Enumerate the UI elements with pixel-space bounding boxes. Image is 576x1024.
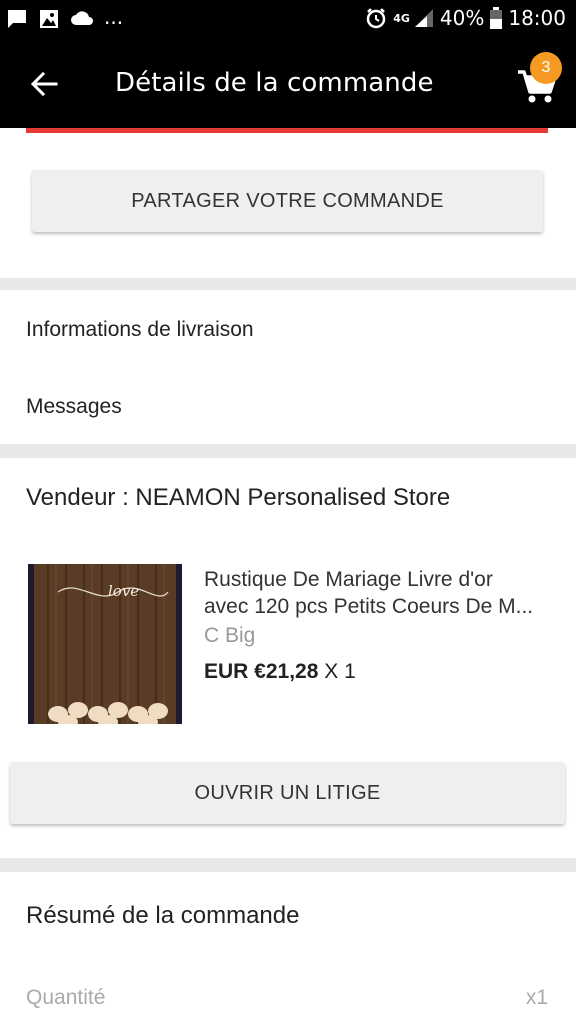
share-card: PARTAGER VOTRE COMMANDE [0, 128, 576, 278]
seller-name: Vendeur : NEAMON Personalised Store [26, 484, 451, 511]
product-variant: C Big [204, 624, 256, 647]
page-title: Détails de la commande [115, 68, 434, 98]
cloud-icon [71, 11, 93, 25]
seller-card: Vendeur : NEAMON Personalised Store love… [0, 458, 576, 858]
more-notifications: ... [104, 5, 124, 29]
battery-icon [490, 7, 503, 29]
app-bar: Détails de la commande [0, 40, 576, 128]
info-links-card: Informations de livraison Messages [0, 290, 576, 444]
order-summary-title: Résumé de la commande [26, 902, 300, 929]
share-order-button[interactable]: PARTAGER VOTRE COMMANDE [32, 170, 543, 232]
product-quantity: X 1 [324, 660, 356, 683]
summary-quantity-value: x1 [525, 986, 548, 1009]
product-thumbnail: love [28, 564, 182, 724]
status-bar: ... 4G 40% 18:00 [0, 0, 576, 40]
product-image-text: love [108, 582, 139, 600]
image-icon [40, 10, 58, 28]
status-accent-strip [26, 128, 548, 133]
order-summary-card: Résumé de la commande Quantité x1 [0, 872, 576, 1024]
clock: 18:00 [508, 6, 566, 30]
product-title[interactable]: Rustique De Mariage Livre d'or avec 120 … [204, 566, 554, 620]
messages-link[interactable]: Messages [26, 395, 122, 419]
open-dispute-button[interactable]: OUVRIR UN LITIGE [10, 762, 565, 824]
alarm-icon [366, 8, 386, 29]
summary-quantity-label: Quantité [26, 986, 106, 1009]
order-details-content[interactable]: PARTAGER VOTRE COMMANDE Informations de … [0, 128, 576, 1024]
network-type: 4G [393, 11, 410, 25]
system-icons: 4G 40% 18:00 [365, 6, 566, 30]
cart-count-badge: 3 [530, 52, 562, 84]
product-title-line-2: avec 120 pcs Petits Coeurs De M... [204, 595, 534, 618]
shipping-info-link[interactable]: Informations de livraison [26, 318, 254, 342]
product-price-line: EUR €21,28 X 1 [204, 660, 356, 684]
product-price: EUR €21,28 [204, 660, 319, 683]
back-arrow-icon [30, 71, 58, 97]
back-button[interactable] [26, 66, 62, 102]
chat-icon [8, 10, 26, 28]
notification-icons: ... [6, 5, 124, 30]
signal-icon [414, 9, 433, 27]
battery-percent: 40% [439, 6, 485, 30]
product-title-line-1: Rustique De Mariage Livre d'or [204, 568, 493, 591]
product-image[interactable]: love [28, 564, 182, 724]
